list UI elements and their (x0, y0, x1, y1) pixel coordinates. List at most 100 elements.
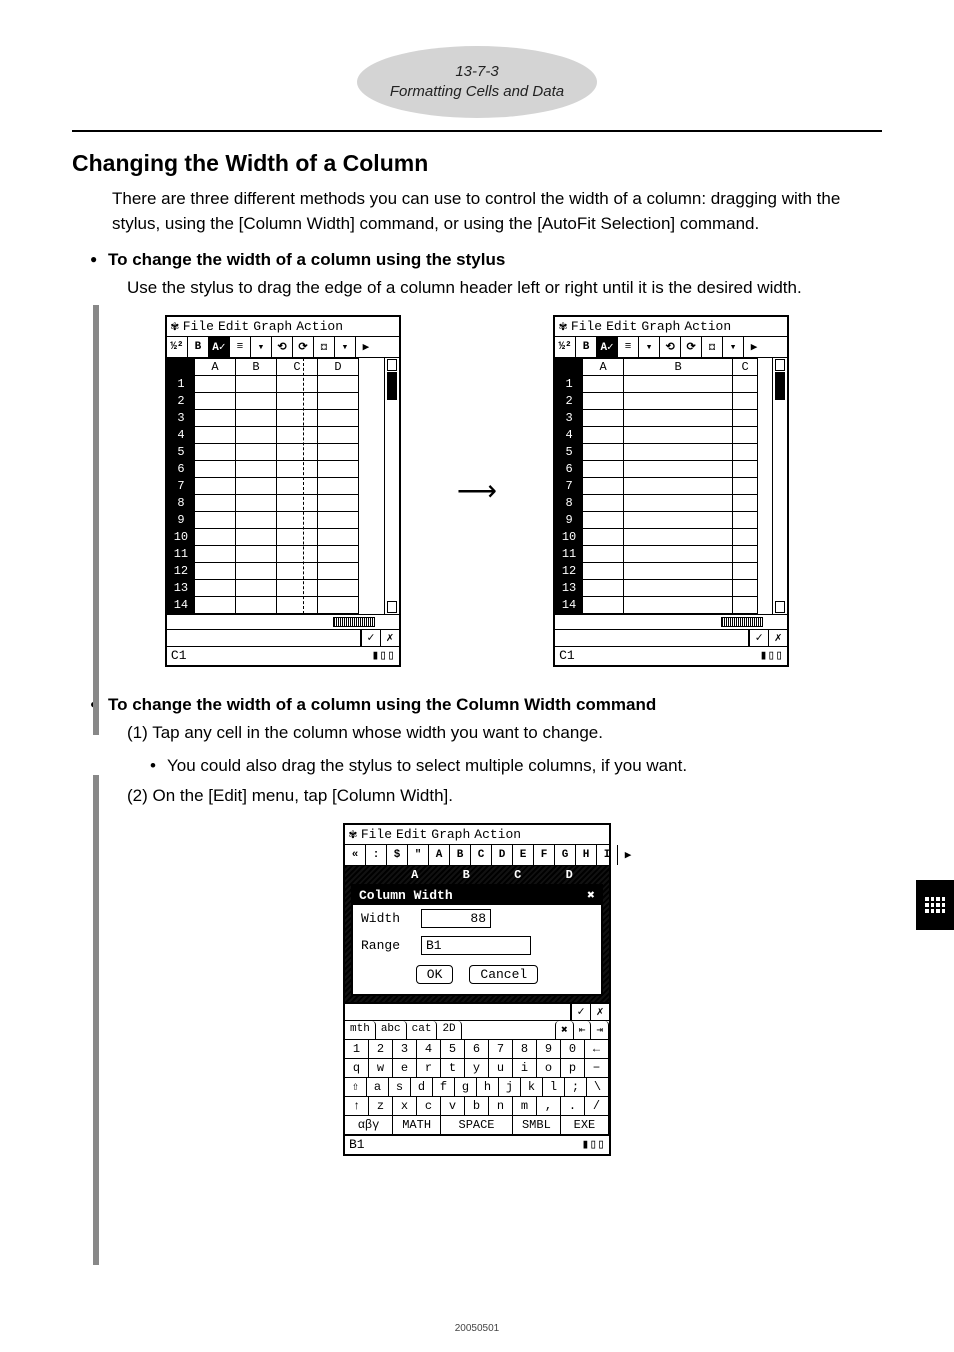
kbd-tab-abc[interactable]: abc (376, 1021, 407, 1039)
spreadsheet-grid[interactable]: A B C D 1 2 3 4 5 6 7 8 (167, 358, 384, 614)
key[interactable]: q (345, 1059, 369, 1078)
key[interactable]: / (585, 1097, 609, 1116)
vertical-scrollbar[interactable] (772, 358, 787, 614)
key[interactable]: x (393, 1097, 417, 1116)
width-field[interactable]: 88 (421, 909, 491, 928)
tool-redo-icon[interactable]: ⟳ (681, 337, 702, 357)
key[interactable]: 7 (489, 1040, 513, 1059)
key-space[interactable]: SPACE (441, 1116, 513, 1135)
key[interactable]: y (465, 1059, 489, 1078)
col-header-b[interactable]: B (235, 358, 276, 375)
col-header-b[interactable]: B (624, 358, 733, 375)
tool-more-icon[interactable]: ▶ (744, 337, 764, 357)
key[interactable]: m (513, 1097, 537, 1116)
key[interactable]: c (417, 1097, 441, 1116)
tool-frac-icon[interactable]: ½² (167, 337, 188, 357)
menu-edit[interactable]: Edit (218, 319, 249, 334)
key-shift-icon[interactable]: ↑ (345, 1097, 369, 1116)
tab-quote[interactable]: " (408, 845, 429, 865)
formula-ok-icon[interactable]: ✓ (571, 1004, 590, 1020)
kbd-tab-cat[interactable]: cat (407, 1021, 438, 1039)
key-caps-icon[interactable]: ⇧ (345, 1078, 367, 1097)
menu-action[interactable]: Action (296, 319, 343, 334)
cancel-button[interactable]: Cancel (469, 965, 538, 984)
menu-edit[interactable]: Edit (396, 827, 427, 842)
tool-redo-icon[interactable]: ⟳ (293, 337, 314, 357)
key[interactable]: w (369, 1059, 393, 1078)
key[interactable]: i (513, 1059, 537, 1078)
key[interactable]: a (367, 1078, 389, 1097)
key-math[interactable]: MATH (393, 1116, 441, 1135)
key[interactable]: o (537, 1059, 561, 1078)
key[interactable]: 1 (345, 1040, 369, 1059)
tab-next-icon[interactable]: ▶ (618, 845, 638, 865)
tab-g[interactable]: G (555, 845, 576, 865)
key[interactable]: k (521, 1078, 543, 1097)
key[interactable]: g (455, 1078, 477, 1097)
menu-graph[interactable]: Graph (431, 827, 470, 842)
tab-a[interactable]: A (429, 845, 450, 865)
tool-align-icon[interactable]: ≡ (230, 337, 251, 357)
key[interactable]: 5 (441, 1040, 465, 1059)
tab-f[interactable]: F (534, 845, 555, 865)
tab-colon[interactable]: : (366, 845, 387, 865)
key-greek[interactable]: αβγ (345, 1116, 393, 1135)
tool-bold-icon[interactable]: B (576, 337, 597, 357)
key[interactable]: e (393, 1059, 417, 1078)
tool-font-icon[interactable]: A✓ (209, 337, 230, 357)
tool-chart-icon[interactable]: ⚃ (702, 337, 723, 357)
tool-more-icon[interactable]: ▶ (356, 337, 376, 357)
col-header-c[interactable]: C (733, 358, 758, 375)
menu-action[interactable]: Action (684, 319, 731, 334)
tool-font-icon[interactable]: A✓ (597, 337, 618, 357)
formula-bar[interactable]: ✓ ✗ (167, 629, 399, 646)
key[interactable]: b (465, 1097, 489, 1116)
key-backspace-icon[interactable]: ← (585, 1040, 609, 1059)
ok-button[interactable]: OK (416, 965, 454, 984)
col-header-d[interactable]: D (317, 358, 358, 375)
tab-b[interactable]: B (450, 845, 471, 865)
key[interactable]: ; (565, 1078, 587, 1097)
col-header-a[interactable]: A (583, 358, 624, 375)
tool-undo-icon[interactable]: ⟲ (660, 337, 681, 357)
horizontal-scrollbar[interactable] (555, 614, 787, 629)
key[interactable]: f (433, 1078, 455, 1097)
key[interactable]: u (489, 1059, 513, 1078)
key[interactable]: 0 (561, 1040, 585, 1059)
key[interactable]: 9 (537, 1040, 561, 1059)
key[interactable]: v (441, 1097, 465, 1116)
tab-i[interactable]: I (597, 845, 618, 865)
tool-dropdown2-icon[interactable]: ▾ (335, 337, 356, 357)
tab-e[interactable]: E (513, 845, 534, 865)
key[interactable]: s (389, 1078, 411, 1097)
tool-undo-icon[interactable]: ⟲ (272, 337, 293, 357)
menu-file[interactable]: File (183, 319, 214, 334)
kbd-tab-2d[interactable]: 2D (437, 1021, 461, 1039)
menu-edit[interactable]: Edit (606, 319, 637, 334)
dialog-close-icon[interactable]: ✖ (587, 888, 595, 903)
key[interactable]: − (585, 1059, 609, 1078)
key[interactable]: d (411, 1078, 433, 1097)
key[interactable]: l (543, 1078, 565, 1097)
tab-c[interactable]: C (471, 845, 492, 865)
menu-file[interactable]: File (571, 319, 602, 334)
formula-cancel-icon[interactable]: ✗ (380, 630, 399, 646)
formula-bar[interactable]: ✓ ✗ (345, 1003, 609, 1020)
tool-dropdown2-icon[interactable]: ▾ (723, 337, 744, 357)
formula-cancel-icon[interactable]: ✗ (768, 630, 787, 646)
formula-bar[interactable]: ✓ ✗ (555, 629, 787, 646)
col-header-c[interactable]: C (276, 358, 317, 375)
tab-h[interactable]: H (576, 845, 597, 865)
side-tab[interactable] (916, 880, 954, 930)
formula-cancel-icon[interactable]: ✗ (590, 1004, 609, 1020)
formula-ok-icon[interactable]: ✓ (361, 630, 380, 646)
menu-file[interactable]: File (361, 827, 392, 842)
key[interactable]: 4 (417, 1040, 441, 1059)
key[interactable]: t (441, 1059, 465, 1078)
kbd-tab-mth[interactable]: mth (345, 1021, 376, 1039)
tool-dropdown1-icon[interactable]: ▾ (251, 337, 272, 357)
menu-graph[interactable]: Graph (253, 319, 292, 334)
tab-d[interactable]: D (492, 845, 513, 865)
key[interactable]: 2 (369, 1040, 393, 1059)
key[interactable]: 6 (465, 1040, 489, 1059)
